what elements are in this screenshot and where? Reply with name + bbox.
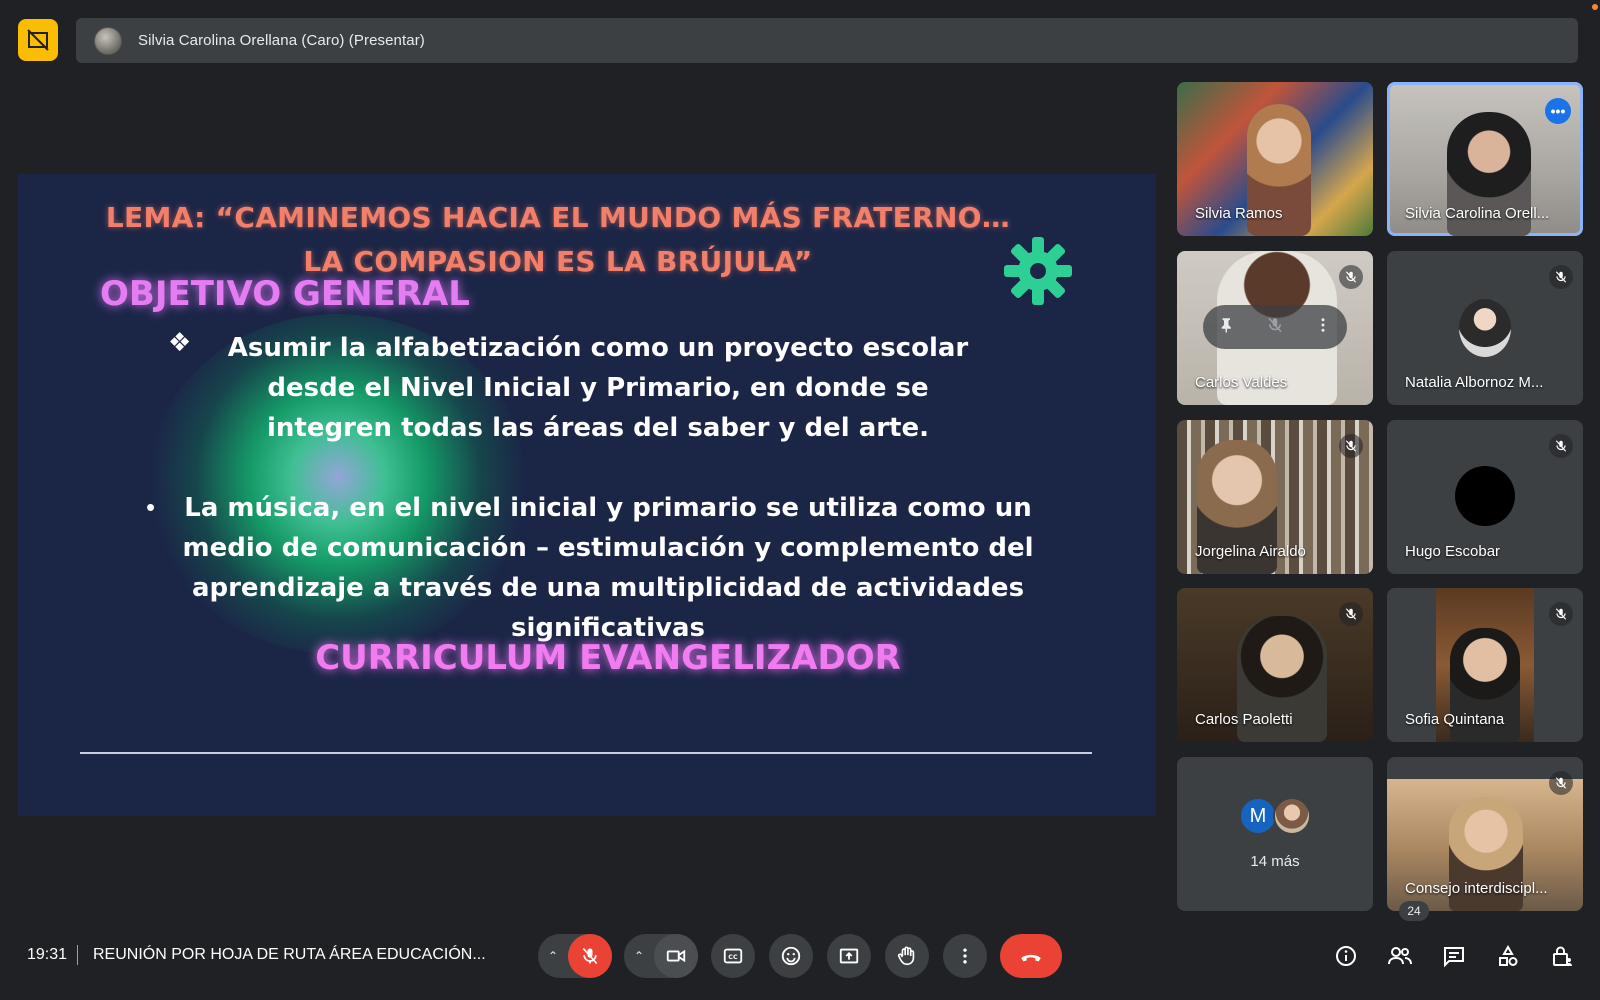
reactions-button[interactable] [769, 934, 813, 978]
activities-button[interactable] [1492, 940, 1524, 972]
participant-avatar [1459, 299, 1511, 357]
chevron-up-icon[interactable]: ⌃ [624, 949, 654, 963]
more-options-icon[interactable]: ••• [1545, 98, 1571, 124]
participant-name: Hugo Escobar [1405, 543, 1501, 560]
chat-icon [1444, 947, 1464, 968]
captions-icon: CC [723, 948, 743, 964]
participant-tile[interactable]: Hugo Escobar [1387, 420, 1583, 574]
presenter-name: Silvia Carolina Orellana (Caro) (Present… [138, 32, 425, 49]
more-participants-tile[interactable]: M 14 más [1177, 757, 1373, 911]
slide-bullet-1: Asumir la alfabetización como un proyect… [227, 333, 969, 443]
emoji-icon [781, 946, 801, 966]
gear-icon [1004, 237, 1072, 305]
mic-off-button[interactable] [568, 934, 612, 978]
tile-hover-controls [1203, 305, 1347, 349]
participants-button[interactable] [1384, 940, 1416, 972]
participant-tile[interactable]: Jorgelina Airaldo [1177, 420, 1373, 574]
slide-bullet-2: La música, en el nivel inicial y primari… [182, 493, 1034, 643]
more-options-button[interactable] [943, 934, 987, 978]
camera-button[interactable] [654, 934, 698, 978]
participant-name: Natalia Albornoz M... [1405, 374, 1544, 391]
participant-tile[interactable]: Sofia Quintana [1387, 588, 1583, 742]
slide-curriculum-heading: CURRICULUM EVANGELIZADOR [315, 638, 901, 678]
recording-indicator [1592, 4, 1598, 10]
participant-name: Silvia Carolina Orell... [1405, 205, 1550, 222]
camera-control[interactable]: ⌃ [624, 934, 698, 978]
captions-button[interactable]: CC [711, 934, 755, 978]
mic-off-icon [1549, 434, 1573, 458]
pin-icon[interactable] [1218, 316, 1236, 339]
participant-avatar [1455, 466, 1515, 526]
chat-button[interactable] [1438, 940, 1470, 972]
kebab-menu-icon [963, 948, 967, 964]
slide-objetivo-heading: OBJETIVO GENERAL [100, 274, 470, 314]
hand-icon [897, 946, 915, 966]
mic-off-icon [1339, 434, 1363, 458]
host-controls-button[interactable] [1546, 940, 1578, 972]
participants-count-badge: 24 [1399, 901, 1429, 921]
raise-hand-button[interactable] [885, 934, 929, 978]
chevron-up-icon[interactable]: ⌃ [538, 949, 568, 963]
participant-initial-avatar: M [1239, 797, 1277, 835]
mic-off-icon [1549, 771, 1573, 795]
microphone-control[interactable]: ⌃ [538, 934, 612, 978]
leave-call-button[interactable] [1000, 934, 1062, 978]
participant-tile[interactable]: Natalia Albornoz M... [1387, 251, 1583, 405]
info-icon [1336, 946, 1356, 966]
svg-text:CC: CC [728, 953, 738, 961]
mic-off-icon [1339, 265, 1363, 289]
participant-tile[interactable]: Silvia Ramos [1177, 82, 1373, 236]
participant-tile[interactable]: Consejo interdiscipl... [1387, 757, 1583, 911]
title-separator [77, 945, 78, 965]
kebab-menu-icon[interactable] [1314, 316, 1332, 339]
people-icon [1388, 947, 1412, 965]
mic-off-icon [1339, 602, 1363, 626]
slide-lema: LEMA: “CAMINEMOS HACIA EL MUNDO MÁS FRAT… [105, 201, 1011, 278]
participant-tile[interactable]: Carlos Valdes [1177, 251, 1373, 405]
participant-name: Carlos Paoletti [1195, 711, 1293, 728]
present-screen-icon [839, 948, 859, 964]
meeting-clock: 19:31 [27, 946, 68, 963]
mic-off-icon [1549, 265, 1573, 289]
present-screen-button[interactable] [827, 934, 871, 978]
shared-slide: LEMA: “CAMINEMOS HACIA EL MUNDO MÁS FRAT… [18, 174, 1156, 816]
meeting-title: REUNIÓN POR HOJA DE RUTA ÁREA EDUCACIÓN.… [93, 946, 486, 963]
slide-divider [80, 752, 1092, 754]
diamond-bullet-icon: ❖ [168, 328, 192, 358]
participant-name: Jorgelina Airaldo [1195, 543, 1306, 560]
meeting-details-button[interactable] [1330, 940, 1362, 972]
participant-avatar [1273, 797, 1311, 835]
participant-name: Carlos Valdes [1195, 374, 1288, 391]
lock-person-icon [1553, 946, 1572, 966]
mute-participant-icon[interactable] [1266, 316, 1284, 339]
activities-icon [1499, 944, 1518, 966]
participant-name: Sofia Quintana [1405, 711, 1505, 728]
participant-name: Silvia Ramos [1195, 205, 1283, 222]
more-participants-label: 14 más [1250, 853, 1300, 870]
bottom-control-bar: 19:31 REUNIÓN POR HOJA DE RUTA ÁREA EDUC… [0, 900, 1600, 1000]
hang-up-icon [1021, 954, 1041, 962]
participant-tile-active[interactable]: ••• Silvia Carolina Orell... [1387, 82, 1583, 236]
presenter-bar: Silvia Carolina Orellana (Caro) (Present… [76, 18, 1578, 63]
participant-tile[interactable]: Carlos Paoletti [1177, 588, 1373, 742]
mic-off-icon [1549, 602, 1573, 626]
presenter-avatar [94, 26, 122, 55]
participant-name: Consejo interdiscipl... [1405, 880, 1548, 897]
screen-share-off-icon[interactable] [18, 19, 58, 61]
